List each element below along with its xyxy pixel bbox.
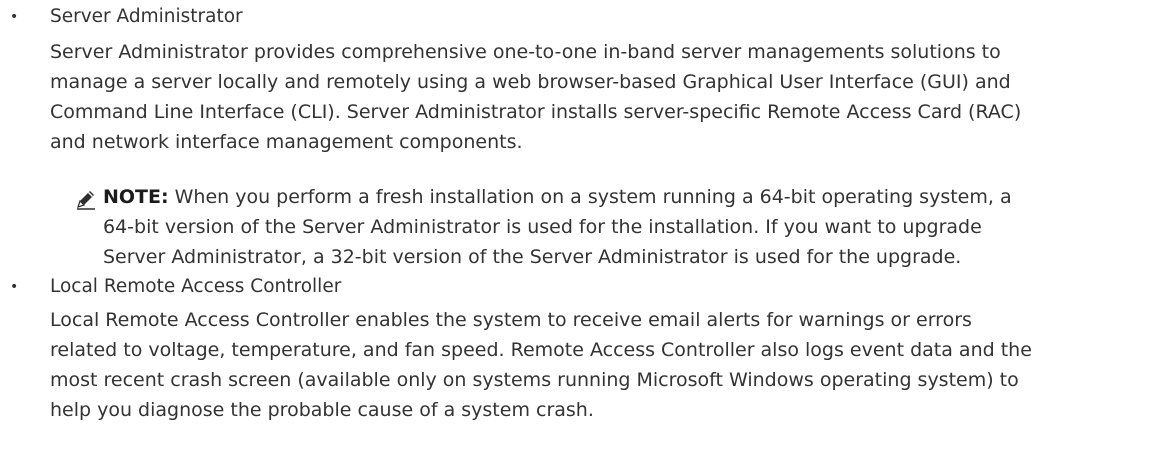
paragraph-line: help you diagnose the probable cause of … xyxy=(50,399,594,421)
note-line: Server Administrator, a 32-bit version o… xyxy=(103,246,962,268)
paragraph-line: Local Remote Access Controller enables t… xyxy=(50,309,972,331)
bullet-title: Local Remote Access Controller xyxy=(50,276,342,297)
note-text: NOTE: When you perform a fresh installat… xyxy=(103,182,1012,272)
note-line: 64-bit version of the Server Administrat… xyxy=(103,216,982,238)
note-first-line: NOTE: When you perform a fresh installat… xyxy=(103,182,1012,212)
bullet-dot: • xyxy=(10,9,19,25)
paragraph-line: most recent crash screen (available only… xyxy=(50,369,1019,391)
document-page: • Server Administrator Server Administra… xyxy=(0,0,1170,449)
paragraph-line: Command Line Interface (CLI). Server Adm… xyxy=(50,101,1022,123)
note-label: NOTE: xyxy=(103,186,169,208)
paragraph-line: and network interface management compone… xyxy=(50,131,523,153)
paragraph-line: related to voltage, temperature, and fan… xyxy=(50,339,1032,361)
paragraph-line: manage a server locally and remotely usi… xyxy=(50,71,1011,93)
server-administrator-description: Server Administrator provides comprehens… xyxy=(50,37,1160,157)
note-first-line-text: When you perform a fresh installation on… xyxy=(168,186,1012,208)
paragraph-line: Server Administrator provides comprehens… xyxy=(50,41,1001,63)
bullet-dot: • xyxy=(10,279,19,295)
bullet-title: Server Administrator xyxy=(50,6,243,27)
pencil-icon xyxy=(75,188,97,210)
local-remote-access-controller-description: Local Remote Access Controller enables t… xyxy=(50,305,1160,425)
